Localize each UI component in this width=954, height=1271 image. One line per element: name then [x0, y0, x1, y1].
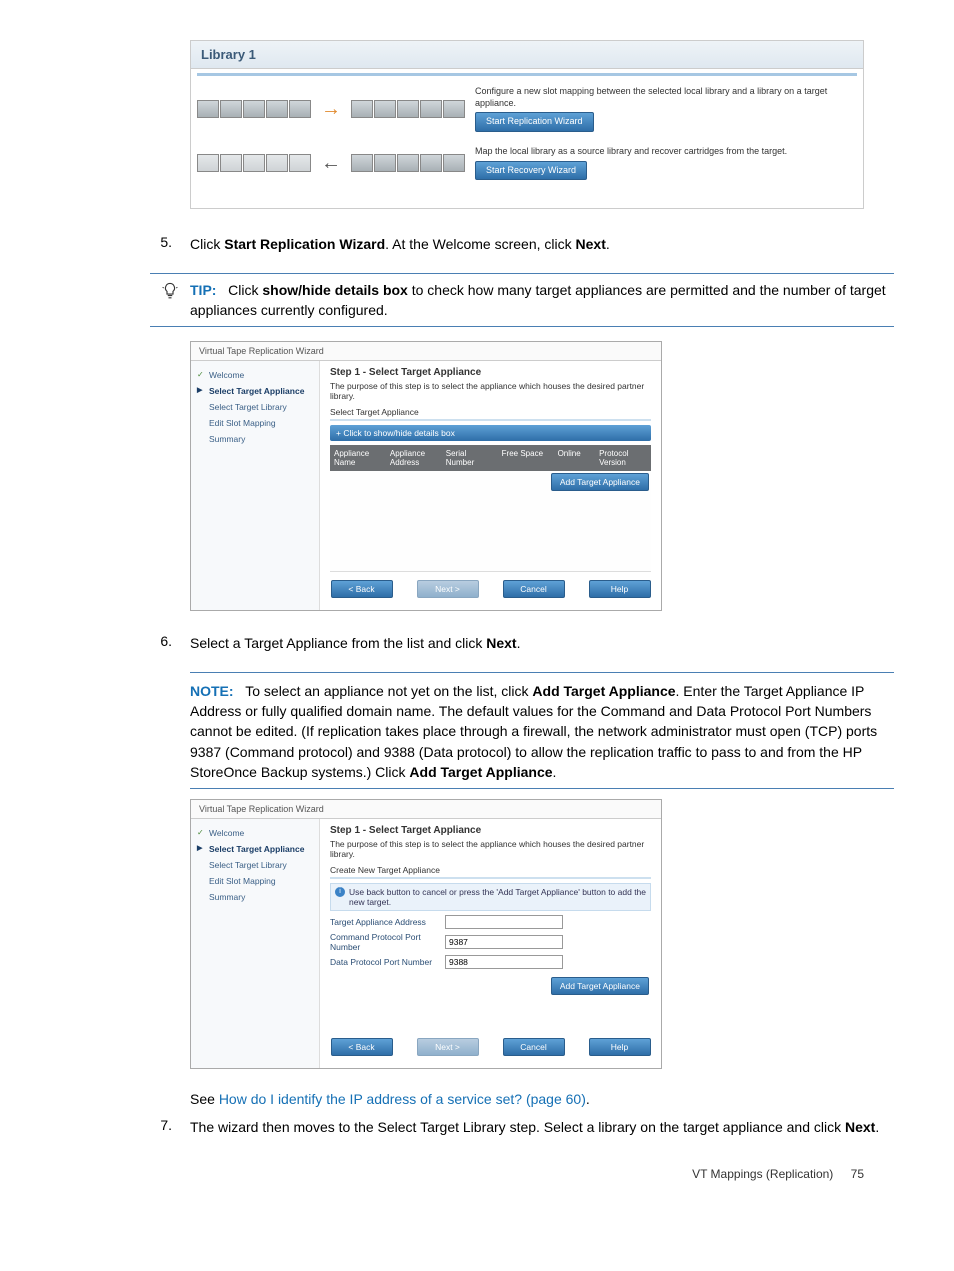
- tape-icon-left: [197, 100, 311, 118]
- tip-label: TIP:: [190, 282, 216, 298]
- wizard1-step-title: Step 1 - Select Target Appliance: [330, 367, 651, 378]
- tape-icon-left-gray: [197, 154, 311, 172]
- back-button[interactable]: < Back: [331, 580, 393, 598]
- wizard2-buttons: < Back Next > Cancel Help: [330, 1030, 651, 1058]
- arrow-right-icon: →: [321, 98, 341, 121]
- help-button[interactable]: Help: [589, 1038, 651, 1056]
- help-button[interactable]: Help: [589, 580, 651, 598]
- library-panel: Library 1 → Configure a new slot mapping…: [190, 40, 864, 209]
- footer-section: VT Mappings (Replication): [692, 1167, 833, 1181]
- cancel-button[interactable]: Cancel: [503, 1038, 565, 1056]
- note-label: NOTE:: [190, 683, 234, 699]
- step-number: 6.: [60, 633, 190, 653]
- ip-address-link[interactable]: How do I identify the IP address of a se…: [219, 1091, 586, 1107]
- recovery-row: ← Map the local library as a source libr…: [197, 146, 857, 180]
- add-target-appliance-button[interactable]: Add Target Appliance: [551, 473, 649, 491]
- info-bar: i Use back button to cancel or press the…: [330, 883, 651, 911]
- command-port-input[interactable]: [445, 935, 563, 949]
- tape-icon-right-2: [351, 154, 465, 172]
- see-line: See How do I identify the IP address of …: [190, 1091, 894, 1107]
- add-target-appliance-button[interactable]: Add Target Appliance: [551, 977, 649, 995]
- footer-page: 75: [851, 1167, 864, 1181]
- step-text: The wizard then moves to the Select Targ…: [190, 1117, 894, 1137]
- wizard-nav-item[interactable]: Edit Slot Mapping: [195, 873, 315, 889]
- wizard-screenshot-2: Virtual Tape Replication Wizard Welcome …: [190, 799, 662, 1069]
- page-footer: VT Mappings (Replication) 75: [60, 1167, 894, 1181]
- command-port-row: Command Protocol Port Number: [330, 932, 651, 952]
- wizard1-subhead: Select Target Appliance: [330, 407, 651, 417]
- note-callout: NOTE: To select an appliance not yet on …: [190, 672, 894, 789]
- wizard-nav-item[interactable]: Select Target Appliance: [195, 841, 315, 857]
- toggle-details-button[interactable]: + Click to show/hide details box: [330, 425, 651, 441]
- tape-icon-right: [351, 100, 465, 118]
- wizard-screenshot-1: Virtual Tape Replication Wizard Welcome …: [190, 341, 662, 611]
- step-6: 6. Select a Target Appliance from the li…: [60, 633, 894, 653]
- start-replication-wizard-button[interactable]: Start Replication Wizard: [475, 112, 594, 132]
- recovery-desc: Map the local library as a source librar…: [475, 146, 857, 158]
- next-button[interactable]: Next >: [417, 1038, 479, 1056]
- step-7: 7. The wizard then moves to the Select T…: [60, 1117, 894, 1137]
- wizard-nav-item[interactable]: Summary: [195, 431, 315, 447]
- data-port-row: Data Protocol Port Number: [330, 955, 651, 969]
- next-button[interactable]: Next >: [417, 580, 479, 598]
- tip-callout: TIP: Click show/hide details box to chec…: [150, 273, 894, 328]
- wizard2-desc: The purpose of this step is to select th…: [330, 839, 651, 859]
- target-address-input[interactable]: [445, 915, 563, 929]
- wizard-nav-item[interactable]: Welcome: [195, 825, 315, 841]
- wizard2-subhead: Create New Target Appliance: [330, 865, 651, 875]
- wizard-nav-item[interactable]: Select Target Library: [195, 399, 315, 415]
- replication-desc: Configure a new slot mapping between the…: [475, 86, 857, 109]
- wizard2-nav: Welcome Select Target Appliance Select T…: [191, 819, 320, 1068]
- wizard2-step-title: Step 1 - Select Target Appliance: [330, 825, 651, 836]
- wizard-nav-item[interactable]: Welcome: [195, 367, 315, 383]
- back-button[interactable]: < Back: [331, 1038, 393, 1056]
- wizard1-title: Virtual Tape Replication Wizard: [191, 342, 661, 361]
- info-icon: i: [335, 887, 345, 897]
- step-5: 5. Click Start Replication Wizard. At th…: [60, 234, 894, 254]
- arrow-left-icon: ←: [321, 152, 341, 175]
- wizard-nav-item[interactable]: Summary: [195, 889, 315, 905]
- step-number: 5.: [60, 234, 190, 254]
- library-panel-title: Library 1: [191, 41, 863, 69]
- step-number: 7.: [60, 1117, 190, 1137]
- target-address-row: Target Appliance Address: [330, 915, 651, 929]
- replication-row: → Configure a new slot mapping between t…: [197, 86, 857, 132]
- cancel-button[interactable]: Cancel: [503, 580, 565, 598]
- wizard-nav-item[interactable]: Select Target Library: [195, 857, 315, 873]
- data-port-input[interactable]: [445, 955, 563, 969]
- wizard-nav-item[interactable]: Select Target Appliance: [195, 383, 315, 399]
- wizard1-buttons: < Back Next > Cancel Help: [330, 572, 651, 600]
- wizard1-table-body: Add Target Appliance: [330, 471, 651, 572]
- start-recovery-wizard-button[interactable]: Start Recovery Wizard: [475, 161, 587, 181]
- wizard1-table-header: Appliance Name Appliance Address Serial …: [330, 445, 651, 471]
- step-text: Select a Target Appliance from the list …: [190, 633, 894, 653]
- wizard1-nav: Welcome Select Target Appliance Select T…: [191, 361, 320, 610]
- step-text: Click Start Replication Wizard. At the W…: [190, 234, 894, 254]
- wizard-nav-item[interactable]: Edit Slot Mapping: [195, 415, 315, 431]
- tip-icon: [150, 280, 190, 321]
- wizard2-title: Virtual Tape Replication Wizard: [191, 800, 661, 819]
- wizard1-desc: The purpose of this step is to select th…: [330, 381, 651, 401]
